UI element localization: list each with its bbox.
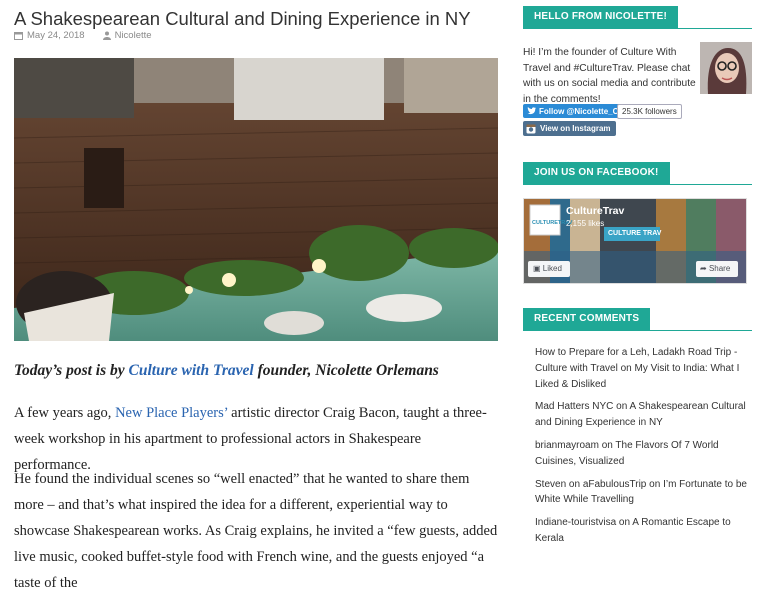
post-meta: May 24, 2018 Nicolette [14,30,152,41]
comment-author[interactable]: brianmayroam [535,440,599,451]
facebook-page-widget[interactable]: CULTURETRAV CultureTrav 2,155 likes CULT… [523,198,747,284]
facebook-like-icon: ▣ [533,264,543,273]
list-item: brianmayroam on The Flavors Of 7 World C… [535,438,750,470]
list-item: How to Prepare for a Leh, Ladakh Road Tr… [535,345,750,392]
facebook-share-button[interactable]: ➦ Share [700,264,730,273]
list-item: Mad Hatters NYC on A Shakespearean Cultu… [535,399,750,431]
facebook-liked-button[interactable]: ▣ Liked [533,264,562,273]
paragraph-2: He found the individual scenes so “well … [14,471,498,591]
recent-comments-list: How to Prepare for a Leh, Ladakh Road Tr… [535,345,750,554]
instagram-icon [526,124,536,133]
twitter-follower-count: 25.3K followers [617,104,682,119]
comment-author[interactable]: Mad Hatters NYC [535,401,613,412]
hero-image [14,58,498,341]
facebook-likes-count: 2,155 likes [566,219,605,228]
list-item: Steven on aFabulousTrip on I’m Fortunate… [535,477,750,509]
intro-suffix: founder, Nicolette Orlemans [253,362,439,379]
facebook-cover-text: CULTURE TRAV [608,230,662,237]
user-icon [102,31,111,40]
twitter-icon [527,107,536,115]
facebook-divider [523,184,752,185]
comment-on: on [617,362,635,374]
intro-prefix: Today’s post is by [14,362,129,379]
twitter-follow-button[interactable]: Follow @Nicolette_O [523,104,624,118]
facebook-liked-label: Liked [542,264,562,273]
post-title[interactable]: A Shakespearean Cultural and Dining Expe… [14,8,471,30]
comment-on: on [616,517,633,529]
comment-author[interactable]: Steven on aFabulousTrip [535,479,646,490]
new-place-players-link[interactable]: New Place Players’ [115,405,227,421]
post-intro: Today’s post is by Culture with Travel f… [14,358,500,384]
hello-heading: HELLO FROM NICOLETTE! [523,6,679,28]
comment-on: on [598,439,616,451]
instagram-label: View on Instagram [540,124,611,133]
instagram-button[interactable]: View on Instagram [523,121,616,136]
culture-with-travel-link[interactable]: Culture with Travel [129,362,254,379]
twitter-follow-label: Follow @Nicolette_O [539,106,619,116]
hello-text: Hi! I’m the founder of Culture With Trav… [523,47,696,105]
share-icon: ➦ [700,264,709,273]
paragraph-1-text: artistic director Craig Bacon, taught a … [14,405,487,473]
facebook-share-label: Share [708,264,731,273]
recent-comments-heading: RECENT COMMENTS [523,308,651,330]
hello-divider [523,28,752,29]
comment-on: on [613,401,630,413]
post-date: May 24, 2018 [27,30,85,41]
post-author[interactable]: Nicolette [115,30,152,41]
recent-comments-divider [523,330,752,331]
comment-on: on [646,478,664,490]
facebook-heading: JOIN US ON FACEBOOK! [523,162,670,184]
avatar [700,42,752,94]
calendar-icon [14,32,23,40]
comment-author[interactable]: Indiane-touristvisa [535,517,616,528]
list-item: Indiane-touristvisa on A Romantic Escape… [535,515,750,547]
facebook-page-name[interactable]: CultureTrav [566,205,624,217]
